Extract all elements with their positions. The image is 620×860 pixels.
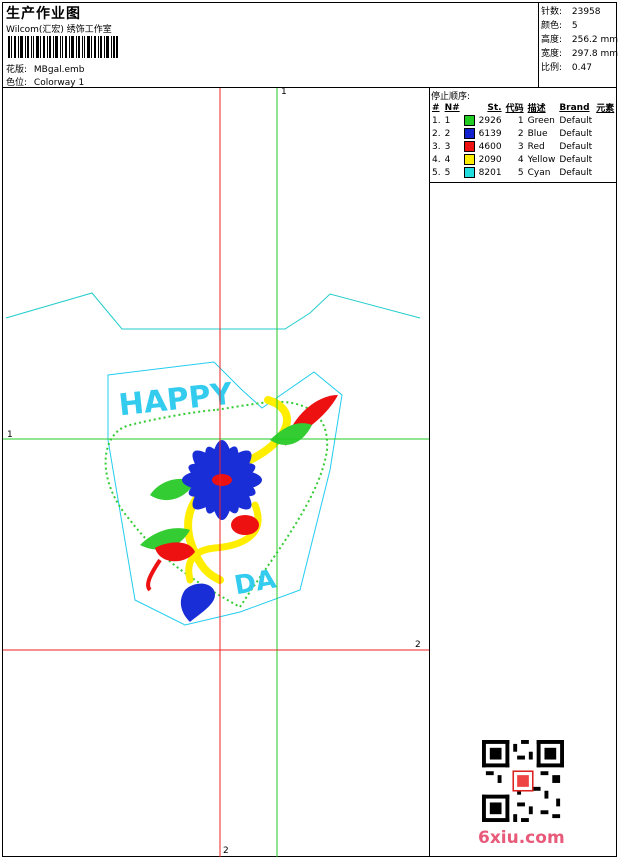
design-canvas: HAPPY DA	[3, 88, 429, 857]
design-text-happy: HAPPY	[117, 376, 235, 423]
flower-center	[212, 474, 232, 486]
red-tail	[146, 558, 162, 592]
axis-label-red-right: 2	[415, 640, 421, 650]
axis-label-green-top: 1	[281, 87, 287, 97]
qr-code	[482, 740, 564, 822]
axis-label-green-left: 1	[7, 430, 13, 440]
design-text-da: DA	[232, 564, 278, 601]
red-bud-1	[231, 515, 259, 535]
axis-label-red-bottom: 2	[223, 846, 229, 856]
watermark: 6xiu.com	[478, 828, 565, 848]
green-leaf-right	[270, 423, 312, 445]
blue-heart	[180, 583, 215, 622]
garment-outline	[5, 292, 421, 330]
